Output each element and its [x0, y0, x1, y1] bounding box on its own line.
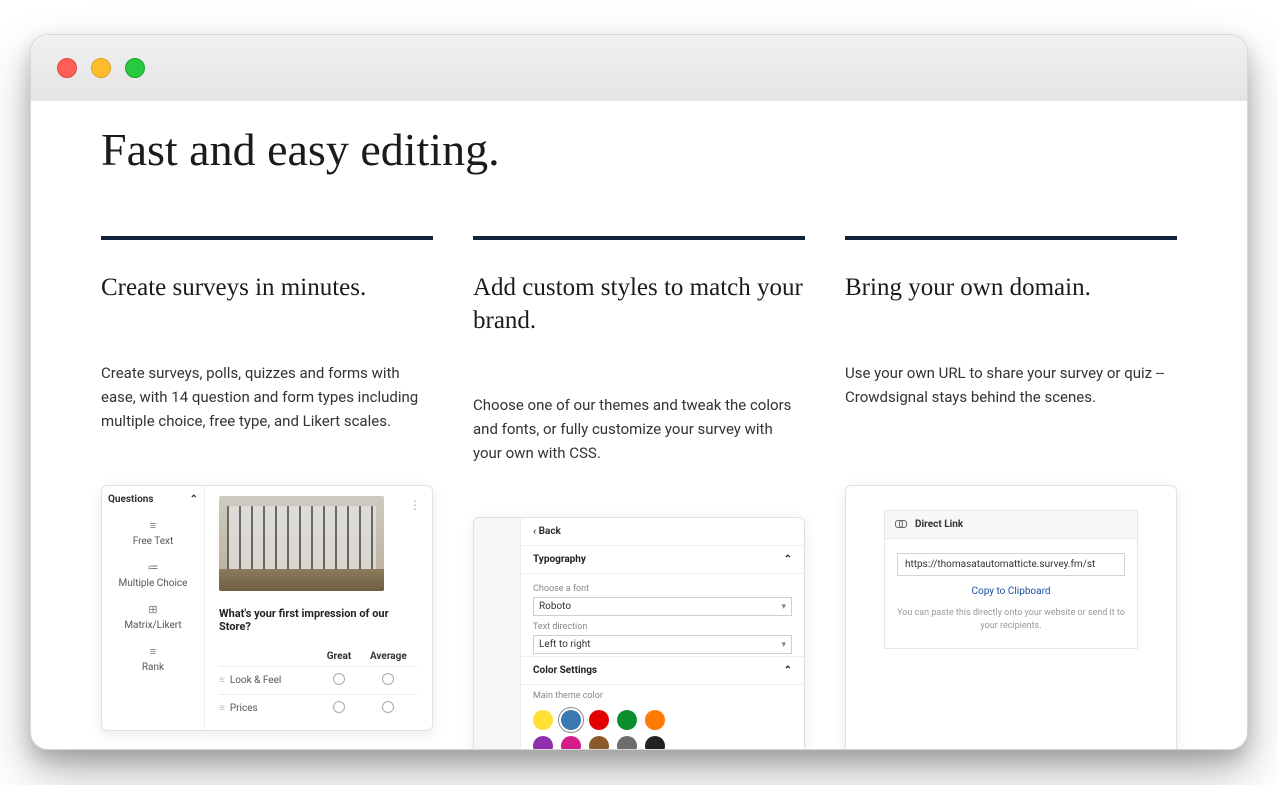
feature-heading: Add custom styles to match your brand.	[473, 272, 805, 337]
radio-input[interactable]	[333, 673, 345, 685]
dropdown-icon: ▾	[781, 602, 786, 612]
feature-columns: Create surveys in minutes. Create survey…	[101, 236, 1177, 749]
link-icon	[895, 520, 907, 528]
style-preview-rail	[474, 518, 521, 749]
feature-heading: Create surveys in minutes.	[101, 272, 433, 305]
color-swatch[interactable]	[589, 736, 609, 749]
kebab-icon: ⋮	[409, 498, 422, 512]
swatch-row	[521, 730, 804, 749]
matrix-col: Average	[359, 647, 418, 667]
drag-icon: ≡	[219, 675, 225, 686]
radio-input[interactable]	[333, 701, 345, 713]
matrix-row: ≡Prices	[219, 694, 418, 722]
color-swatch[interactable]	[617, 710, 637, 730]
qtype-label: Matrix/Likert	[108, 620, 198, 631]
feature-col-surveys: Create surveys in minutes. Create survey…	[101, 236, 433, 749]
style-panel: ‹ Back Typography ⌃ Choose a font	[521, 518, 804, 749]
typography-section: Typography	[533, 554, 586, 565]
feature-body: Create surveys, polls, quizzes and forms…	[101, 361, 433, 461]
color-swatch[interactable]	[561, 710, 581, 730]
chevron-up-icon: ⌃	[784, 665, 792, 676]
chevron-up-icon: ⌃	[784, 554, 792, 565]
color-swatch[interactable]	[533, 710, 553, 730]
browser-window: Fast and easy editing. Create surveys in…	[30, 34, 1248, 750]
choose-font-label: Choose a font	[533, 584, 792, 594]
radio-input[interactable]	[382, 673, 394, 685]
question-type-item[interactable]: ⊞ Matrix/Likert	[108, 603, 198, 631]
qtype-icon: ≡	[108, 645, 198, 658]
survey-editor-illustration: Questions ⌃ ≡ Free Text ≔ Multiple Choice ⊞ M…	[101, 485, 433, 731]
color-swatch[interactable]	[617, 736, 637, 749]
font-select[interactable]: Roboto ▾	[533, 597, 792, 616]
color-swatch[interactable]	[589, 710, 609, 730]
matrix-row: ≡Look & Feel	[219, 666, 418, 694]
text-direction-label: Text direction	[533, 622, 792, 632]
color-swatch[interactable]	[645, 710, 665, 730]
matrix-col: Great	[319, 647, 358, 667]
window-zoom-button[interactable]	[125, 58, 145, 78]
qtype-icon: ≔	[108, 561, 198, 574]
window-minimize-button[interactable]	[91, 58, 111, 78]
question-type-item[interactable]: ≡ Rank	[108, 645, 198, 673]
feature-col-styles: Add custom styles to match your brand. C…	[473, 236, 805, 749]
style-editor-illustration: ‹ Back Typography ⌃ Choose a font	[473, 517, 805, 749]
window-close-button[interactable]	[57, 58, 77, 78]
swatch-row	[521, 704, 804, 730]
question-type-item[interactable]: ≡ Free Text	[108, 519, 198, 547]
share-url-field[interactable]: https://thomasatautomatticte.survey.fm/s…	[897, 553, 1125, 576]
feature-col-domain: Bring your own domain. Use your own URL …	[845, 236, 1177, 749]
color-swatch[interactable]	[561, 736, 581, 749]
qtype-icon: ≡	[108, 519, 198, 532]
color-swatch[interactable]	[645, 736, 665, 749]
qtype-label: Multiple Choice	[108, 578, 198, 589]
radio-input[interactable]	[382, 701, 394, 713]
direct-link-title: Direct Link	[915, 519, 963, 530]
window-chrome	[31, 35, 1247, 102]
direction-select[interactable]: Left to right ▾	[533, 635, 792, 654]
color-settings-section: Color Settings	[533, 665, 597, 676]
main-theme-color-label: Main theme color	[521, 687, 804, 701]
qtype-label: Free Text	[108, 536, 198, 547]
dropdown-icon: ▾	[781, 640, 786, 650]
share-hint: You can paste this directly onto your we…	[897, 607, 1125, 634]
survey-header-image	[219, 496, 384, 591]
back-label: Back	[539, 526, 561, 537]
font-value: Roboto	[539, 601, 571, 612]
page-title: Fast and easy editing.	[101, 123, 1177, 176]
direct-link-illustration: Direct Link https://thomasatautomatticte…	[845, 485, 1177, 750]
chevron-up-icon: ⌃	[190, 494, 198, 505]
color-swatch[interactable]	[533, 736, 553, 749]
feature-heading: Bring your own domain.	[845, 272, 1177, 305]
back-button[interactable]: ‹ Back	[521, 518, 804, 546]
divider	[473, 236, 805, 240]
page-viewport: Fast and easy editing. Create surveys in…	[31, 101, 1247, 749]
qtype-label: Rank	[108, 662, 198, 673]
feature-body: Use your own URL to share your survey or…	[845, 361, 1177, 461]
matrix-table: Great Average ≡Look & Feel≡Prices	[219, 647, 418, 722]
sidebar-title: Questions	[108, 494, 153, 505]
qtype-icon: ⊞	[108, 603, 198, 616]
divider	[845, 236, 1177, 240]
survey-question: What's your first impression of our Stor…	[219, 607, 418, 633]
divider	[101, 236, 433, 240]
copy-to-clipboard-button[interactable]: Copy to Clipboard	[897, 586, 1125, 597]
drag-icon: ≡	[219, 703, 225, 714]
direction-value: Left to right	[539, 639, 591, 650]
question-type-item[interactable]: ≔ Multiple Choice	[108, 561, 198, 589]
feature-body: Choose one of our themes and tweak the c…	[473, 393, 805, 493]
question-types-sidebar: Questions ⌃ ≡ Free Text ≔ Multiple Choice ⊞ M…	[102, 486, 205, 730]
